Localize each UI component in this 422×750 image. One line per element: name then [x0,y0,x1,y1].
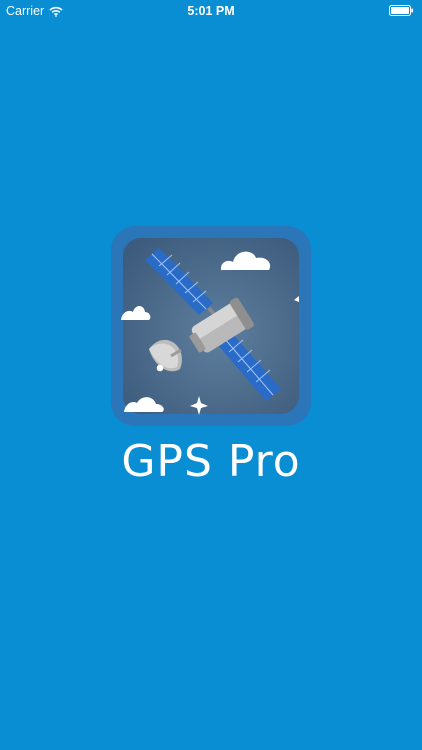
status-bar: Carrier 5:01 PM [0,0,422,22]
app-title: GPS Pro [121,436,301,487]
status-time: 5:01 PM [187,4,235,18]
status-right [389,5,414,19]
satellite-icon [111,226,311,426]
battery-icon [389,5,414,16]
